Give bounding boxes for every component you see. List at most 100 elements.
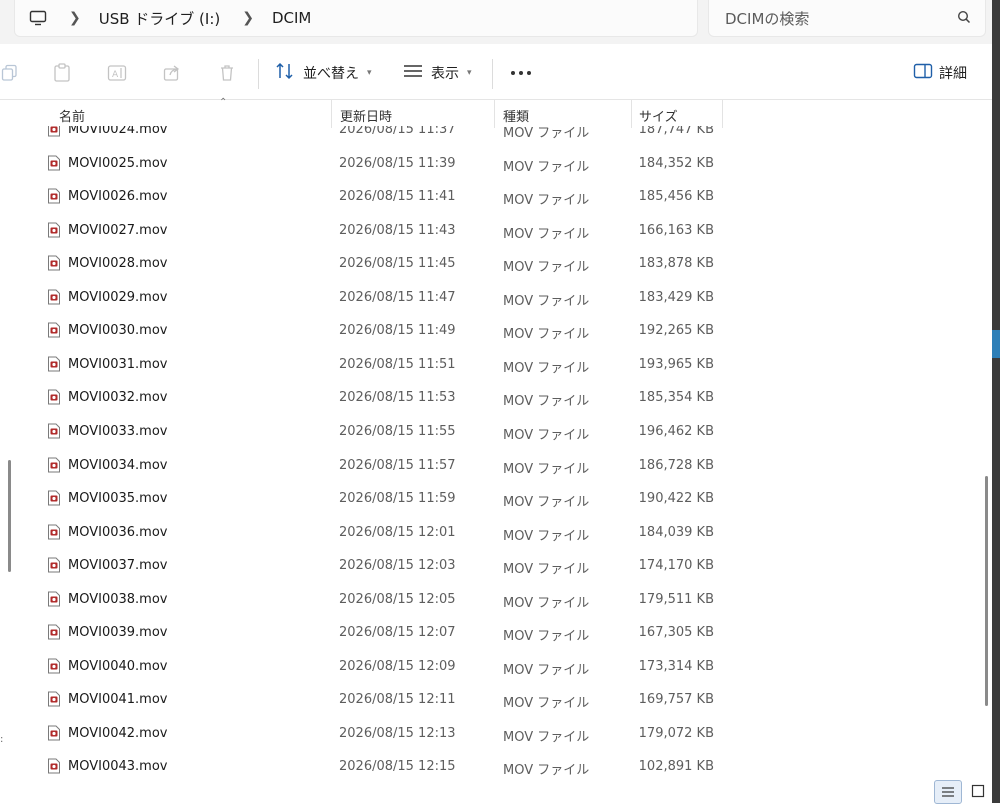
file-row[interactable]: MOVI0031.mov 2026/08/15 11:51 MOV ファイル 193,… [32,356,732,386]
search-placeholder[interactable]: DCIMの検索 [725,8,809,29]
file-type: MOV ファイル [503,662,590,678]
file-size: 179,511 KB [638,591,714,607]
file-size: 183,878 KB [638,256,714,272]
file-row[interactable]: MOVI0027.mov 2026/08/15 11:43 MOV ファイル 166,… [32,222,732,252]
file-type: MOV ファイル [503,260,590,276]
file-name[interactable]: MOVI0024.mov [68,126,167,137]
file-row[interactable]: MOVI0041.mov 2026/08/15 12:11 MOV ファイル 169,… [32,691,732,721]
paste-icon[interactable] [52,63,72,83]
column-divider[interactable] [631,100,632,128]
desktop-edge-accent [992,330,1000,358]
details-pane-button[interactable]: 詳細 [913,61,967,85]
more-icon[interactable] [511,71,531,75]
file-row[interactable]: MOVI0030.mov 2026/08/15 11:49 MOV ファイル 192,… [32,322,732,352]
file-row[interactable]: MOVI0035.mov 2026/08/15 11:59 MOV ファイル 190,… [32,490,732,520]
file-row[interactable]: MOVI0028.mov 2026/08/15 11:45 MOV ファイル 183,… [32,255,732,285]
file-name[interactable]: MOVI0031.mov [68,357,167,372]
navigation-pane-scrollbar[interactable] [8,460,11,572]
file-modified-date: 2026/08/15 12:13 [339,725,456,741]
column-header-date[interactable]: 更新日時 [340,106,392,125]
chevron-right-icon[interactable]: ❯ [242,10,254,26]
sort-button[interactable]: 並べ替え ▾ [275,61,372,85]
file-name[interactable]: MOVI0028.mov [68,256,167,271]
file-name[interactable]: MOVI0039.mov [68,625,167,640]
file-row[interactable]: MOVI0033.mov 2026/08/15 11:55 MOV ファイル 196,… [32,423,732,453]
file-name[interactable]: MOVI0034.mov [68,458,167,473]
file-type: MOV ファイル [503,293,590,309]
file-row[interactable]: MOVI0032.mov 2026/08/15 11:53 MOV ファイル 185,… [32,389,732,419]
column-header-size[interactable]: サイズ [639,106,678,125]
file-modified-date: 2026/08/15 12:03 [339,558,456,574]
video-file-icon [47,457,61,473]
file-name[interactable]: MOVI0038.mov [68,592,167,607]
file-size: 184,039 KB [638,524,714,540]
video-file-icon [47,524,61,540]
file-name[interactable]: MOVI0032.mov [68,390,167,405]
search-icon[interactable] [957,10,971,28]
file-row[interactable]: MOVI0036.mov 2026/08/15 12:01 MOV ファイル 184,… [32,524,732,554]
this-pc-icon[interactable] [29,9,47,27]
file-row[interactable]: MOVI0038.mov 2026/08/15 12:05 MOV ファイル 179,… [32,591,732,621]
share-icon[interactable] [162,63,182,83]
file-row[interactable]: MOVI0042.mov 2026/08/15 12:13 MOV ファイル 179,… [32,725,732,755]
view-icon [403,64,423,82]
chevron-right-icon[interactable]: ❯ [69,10,81,26]
video-file-icon [47,126,61,137]
file-size: 102,891 KB [638,759,714,775]
file-size: 186,728 KB [638,457,714,473]
file-row[interactable]: MOVI0037.mov 2026/08/15 12:03 MOV ファイル 174,… [32,557,732,587]
video-file-icon [47,255,61,271]
column-divider[interactable] [331,100,332,128]
video-file-icon [47,758,61,774]
details-view-toggle[interactable] [934,780,962,804]
file-row[interactable]: MOVI0025.mov 2026/08/15 11:39 MOV ファイル 184,… [32,155,732,185]
search-box[interactable]: DCIMの検索 [708,0,986,37]
file-name[interactable]: MOVI0027.mov [68,223,167,238]
toolbar-divider [492,59,493,89]
column-divider[interactable] [722,100,723,128]
file-row[interactable]: MOVI0024.mov 2026/08/15 11:37 MOV ファイル 187,… [32,126,732,151]
file-type: MOV ファイル [503,126,590,141]
file-name[interactable]: MOVI0042.mov [68,726,167,741]
file-name[interactable]: MOVI0041.mov [68,692,167,707]
file-size: 173,314 KB [638,658,714,674]
file-row[interactable]: MOVI0034.mov 2026/08/15 11:57 MOV ファイル 186,… [32,457,732,487]
video-file-icon [47,624,61,640]
file-name[interactable]: MOVI0036.mov [68,525,167,540]
column-header-type[interactable]: 種類 [503,106,529,125]
file-name[interactable]: MOVI0025.mov [68,156,167,171]
file-row[interactable]: MOVI0040.mov 2026/08/15 12:09 MOV ファイル 173,… [32,658,732,688]
file-row[interactable]: MOVI0043.mov 2026/08/15 12:15 MOV ファイル 102,… [32,758,732,786]
file-name[interactable]: MOVI0033.mov [68,424,167,439]
video-file-icon [47,557,61,573]
file-type: MOV ファイル [503,226,590,242]
file-name[interactable]: MOVI0040.mov [68,659,167,674]
rename-icon[interactable]: A [107,63,127,83]
view-button[interactable]: 表示 ▾ [403,61,472,85]
file-name[interactable]: MOVI0035.mov [68,491,167,506]
file-name[interactable]: MOVI0026.mov [68,189,167,204]
file-type: MOV ファイル [503,327,590,343]
file-name[interactable]: MOVI0043.mov [68,759,167,774]
file-type: MOV ファイル [503,193,590,209]
file-name[interactable]: MOVI0037.mov [68,558,167,573]
column-divider[interactable] [494,100,495,128]
file-row[interactable]: MOVI0029.mov 2026/08/15 11:47 MOV ファイル 183,… [32,289,732,319]
video-file-icon [47,222,61,238]
file-name[interactable]: MOVI0029.mov [68,290,167,305]
file-modified-date: 2026/08/15 11:57 [339,457,456,473]
breadcrumb-folder[interactable]: DCIM [272,9,311,27]
column-header-name[interactable]: 名前 [59,106,85,125]
file-row[interactable]: MOVI0026.mov 2026/08/15 11:41 MOV ファイル 185,… [32,188,732,218]
file-row[interactable]: MOVI0039.mov 2026/08/15 12:07 MOV ファイル 167,… [32,624,732,654]
large-icons-view-toggle[interactable] [965,780,991,802]
file-modified-date: 2026/08/15 11:43 [339,222,456,238]
delete-icon[interactable] [217,63,237,83]
breadcrumb-drive[interactable]: USB ドライブ (I:) [99,8,221,29]
file-list-scrollbar[interactable] [985,476,988,706]
copy-icon[interactable] [0,63,20,83]
file-size: 167,305 KB [638,625,714,641]
address-bar[interactable]: ❯ USB ドライブ (I:) ❯ DCIM [14,0,698,37]
file-name[interactable]: MOVI0030.mov [68,323,167,338]
file-type: MOV ファイル [503,394,590,410]
